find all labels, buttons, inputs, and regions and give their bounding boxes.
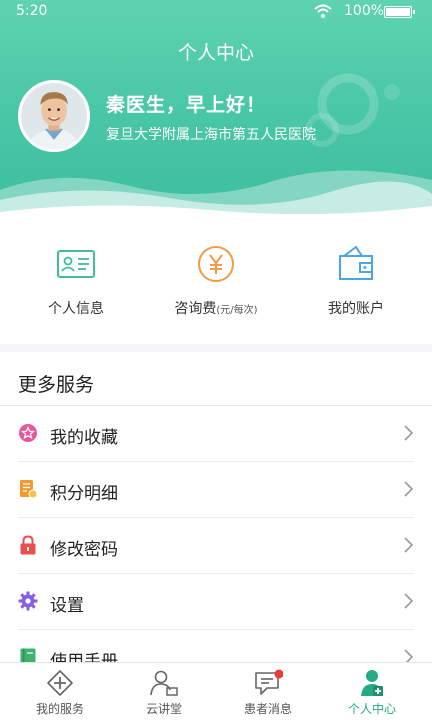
consult-fee-unit: (元/每次) (216, 305, 258, 316)
quick-label-personal-info: 个人信息 (48, 301, 104, 317)
points-detail-label: 积分明细 (50, 484, 118, 504)
status-time: 5:20 (16, 3, 48, 19)
nav-personal-center[interactable]: 个人中心 (318, 669, 426, 717)
chevron-right-icon (404, 425, 414, 441)
decorative-rings (305, 73, 400, 147)
favorites-item[interactable]: 我的收藏 (0, 406, 432, 462)
star-badge-icon (19, 424, 37, 442)
id-card-icon (57, 250, 95, 278)
header-waves (0, 170, 432, 214)
avatar[interactable] (18, 80, 90, 152)
quick-actions: 个人信息 咨询费(元/每次) 我的账户 (0, 214, 432, 344)
consult-fee-button[interactable]: 咨询费(元/每次) (144, 242, 288, 318)
nav-my-services[interactable]: 我的服务 (6, 669, 114, 717)
chevron-right-icon (404, 537, 414, 553)
quick-label-consult-fee: 咨询费(元/每次) (144, 298, 288, 318)
settings-label: 设置 (50, 596, 84, 616)
chevron-right-icon (404, 649, 414, 662)
avatar-image (21, 83, 87, 149)
quick-label-my-account: 我的账户 (328, 301, 384, 317)
page-title: 个人中心 (177, 42, 254, 64)
nav-label-personal-center: 个人中心 (347, 702, 396, 716)
points-detail-item[interactable]: 积分明细 (0, 462, 432, 518)
nav-cloud-lecture[interactable]: 云讲堂 (110, 669, 218, 717)
consult-fee-label: 咨询费 (174, 301, 217, 317)
profile-header: 5:20 100% 个人中心 秦医生，早上好！ 复旦大学附属上海市第五人民医院 (0, 0, 432, 214)
nav-label-cloud-lecture: 云讲堂 (145, 702, 182, 716)
plus-diamond-icon (47, 670, 73, 696)
lock-icon (20, 535, 36, 555)
my-account-button[interactable]: 我的账户 (284, 242, 428, 318)
change-password-label: 修改密码 (50, 540, 118, 560)
gear-icon (18, 591, 38, 611)
user-manual-label: 使用手册 (50, 652, 118, 662)
yuan-coin-icon (198, 246, 234, 282)
battery-icon (384, 6, 415, 18)
lecturer-icon (150, 670, 178, 696)
wifi-icon (314, 4, 332, 18)
user-manual-item[interactable]: 使用手册 (0, 630, 432, 662)
favorites-label: 我的收藏 (50, 428, 118, 448)
nav-label-my-services: 我的服务 (35, 702, 84, 716)
change-password-item[interactable]: 修改密码 (0, 518, 432, 574)
doctor-profile-icon (361, 670, 383, 696)
wallet-icon (339, 245, 373, 280)
points-doc-icon (20, 480, 38, 499)
greeting-text: 秦医生，早上好！ (106, 94, 267, 116)
bottom-navigation: 我的服务 云讲堂 患者消息 个人中心 (0, 662, 432, 720)
notification-badge (274, 669, 283, 679)
hospital-name: 复旦大学附属上海市第五人民医院 (106, 127, 316, 143)
more-services-section: 更多服务 我的收藏 积分明细 修改密码 设置 使用手册 (0, 352, 432, 662)
chat-icon (255, 669, 283, 695)
chevron-right-icon (404, 481, 414, 497)
settings-item[interactable]: 设置 (0, 574, 432, 630)
section-title: 更多服务 (18, 374, 95, 396)
chevron-right-icon (404, 593, 414, 609)
book-icon (20, 648, 36, 662)
nav-label-patient-messages: 患者消息 (243, 702, 292, 716)
nav-patient-messages[interactable]: 患者消息 (214, 669, 322, 717)
battery-level: 100% (344, 3, 385, 19)
personal-info-button[interactable]: 个人信息 (4, 242, 148, 318)
status-bar: 5:20 100% (0, 0, 432, 24)
